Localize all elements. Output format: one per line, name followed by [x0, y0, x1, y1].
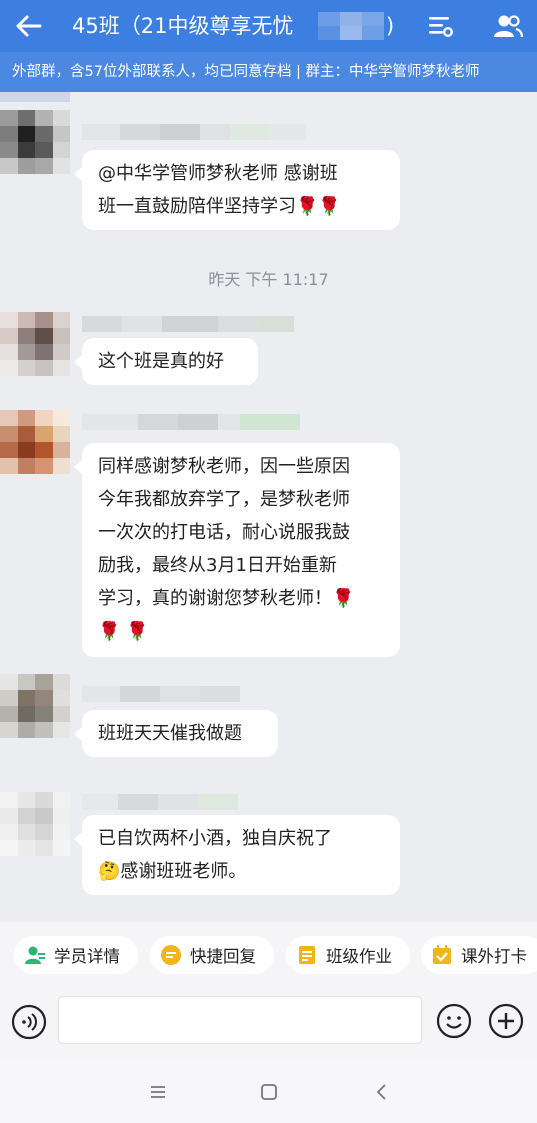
avatar[interactable] [0, 312, 70, 376]
message-bubble[interactable]: 已自饮两杯小酒，独自庆祝了 🤔感谢班班老师。 [74, 815, 400, 895]
user-card-icon [25, 946, 45, 964]
quick-reply-icon [161, 945, 181, 965]
message-bubble[interactable]: @中华学管师梦秋老师 感谢班 班一直鼓励陪伴坚持学习🌹🌹 [74, 150, 400, 230]
message-list[interactable]: @中华学管师梦秋老师 感谢班 班一直鼓励陪伴坚持学习🌹🌹 昨天 下午 11:17… [0, 92, 537, 922]
message-input[interactable] [58, 996, 422, 1044]
sender-name-redacted [82, 316, 294, 332]
sender-name-redacted [82, 686, 240, 702]
chat-title: 45班（21中级尊享无忧 [72, 14, 294, 38]
avatar[interactable] [0, 410, 70, 474]
chip-class-homework[interactable]: 班级作业 [286, 936, 410, 974]
sender-name-redacted [82, 794, 238, 810]
sender-name-redacted [82, 414, 300, 430]
chip-extracurricular-checkin[interactable]: 课外打卡 [421, 936, 537, 974]
back-icon[interactable] [370, 1080, 394, 1104]
title-tail: ) [386, 14, 395, 38]
quick-actions-bar: 学员详情 快捷回复 班级作业 课外打卡 [0, 922, 537, 988]
message-bubble[interactable]: 同样感谢梦秋老师，因一些原因 今年我都放弃学了，是梦秋老师 一次次的打电话，耐心… [74, 443, 400, 657]
menu-icon[interactable] [146, 1080, 170, 1104]
timestamp-divider: 昨天 下午 11:17 [208, 270, 329, 289]
settings-list-icon[interactable] [426, 12, 454, 40]
message-bubble[interactable]: 班班天天催我做题 [74, 710, 278, 757]
message-bubble[interactable]: 这个班是真的好 [74, 338, 258, 385]
system-nav-bar [0, 1060, 537, 1123]
emoji-icon[interactable] [436, 1003, 472, 1039]
avatar[interactable] [0, 674, 70, 738]
chip-student-details[interactable]: 学员详情 [14, 936, 138, 974]
home-icon[interactable] [257, 1080, 281, 1104]
homework-icon [299, 946, 315, 964]
plus-icon[interactable] [488, 1003, 524, 1039]
title-redaction [318, 12, 384, 40]
chip-quick-reply[interactable]: 快捷回复 [150, 936, 274, 974]
back-arrow-icon[interactable] [14, 11, 44, 41]
calendar-checkin-icon [433, 945, 451, 964]
avatar-partial [0, 92, 70, 102]
avatar[interactable] [0, 110, 70, 174]
external-group-info[interactable]: 外部群，含57位外部联系人，均已同意存档 | 群主：中华学管师梦秋老师 [0, 52, 537, 92]
avatar[interactable] [0, 792, 70, 856]
chat-header: 45班（21中级尊享无忧 ) [0, 0, 537, 52]
sender-name-redacted [82, 124, 306, 140]
group-members-icon[interactable] [492, 12, 524, 40]
input-bar [0, 988, 537, 1060]
voice-input-icon[interactable] [11, 1004, 47, 1040]
